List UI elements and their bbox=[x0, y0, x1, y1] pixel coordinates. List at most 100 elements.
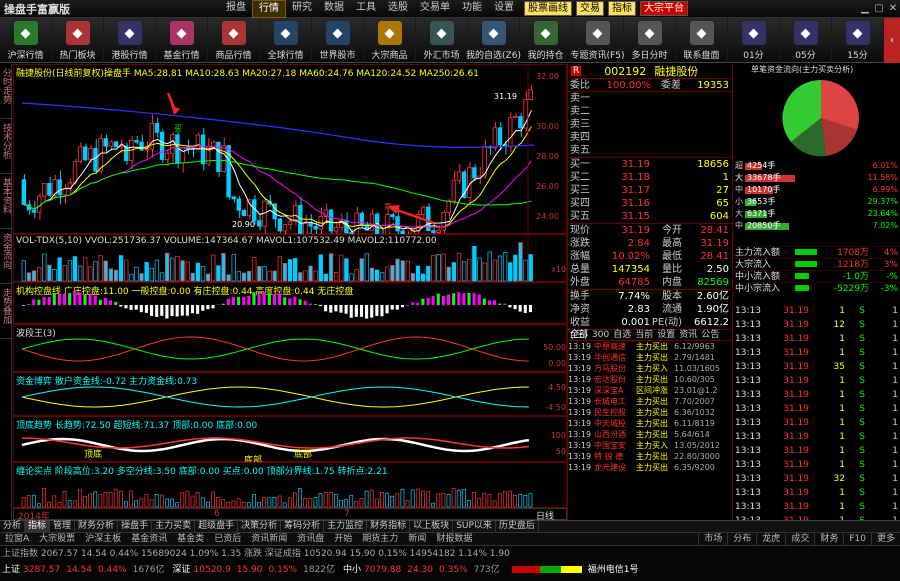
bottom-tab[interactable]: 超级盘手 bbox=[195, 521, 239, 532]
bottom-tab[interactable]: 管理 bbox=[50, 521, 76, 532]
news-row[interactable]: 13:19 宏达股份 主力买出 10.60/305 bbox=[568, 374, 732, 385]
indicator2-panel[interactable]: 波段王(3) 50.00 0.00 bbox=[13, 324, 567, 372]
sector-tab[interactable]: 已资后 bbox=[209, 533, 246, 545]
news-row[interactable]: 13:19 万马股份 主力买入 11.03/1605 bbox=[568, 363, 732, 374]
menu-item-gongju[interactable]: 工具 bbox=[350, 0, 382, 18]
left-tab-1[interactable]: 技术分析 bbox=[0, 119, 13, 174]
sector-tab[interactable]: 新闻 bbox=[403, 533, 431, 545]
volume-panel[interactable]: VOL-TDX(5,10) VVOL:251736.37 VOLUME:1473… bbox=[13, 234, 568, 283]
bottom-tab[interactable]: 分析 bbox=[0, 521, 26, 532]
indicator5-panel[interactable]: 缠论买点 阶段高位:3.20 多空分线:3.50 底部:0.00 买点:0.00… bbox=[13, 462, 567, 508]
indicator3-chart[interactable] bbox=[14, 373, 568, 417]
toolbar-collapse-icon[interactable]: ‹ bbox=[884, 18, 900, 63]
menu-item-xuangu[interactable]: 选股 bbox=[382, 0, 414, 18]
close-icon[interactable]: ✕ bbox=[886, 2, 900, 16]
sector-tab[interactable]: 基金类 bbox=[172, 533, 209, 545]
bottom-tab[interactable]: 财务指标 bbox=[367, 521, 411, 532]
toolbar-globe-button[interactable]: ◆ 全球行情 bbox=[260, 18, 312, 63]
sector-tab[interactable]: 大宗股票 bbox=[34, 533, 80, 545]
toolbar-fire-button[interactable]: ◆ 热门板块 bbox=[52, 18, 104, 63]
bottom-tab[interactable]: SUP以来 bbox=[453, 521, 496, 532]
toolbar-clock15-button[interactable]: ◆ 15分 bbox=[832, 18, 884, 63]
news-tab[interactable]: 当前 bbox=[633, 330, 655, 340]
maximize-icon[interactable]: ▢ bbox=[872, 2, 886, 16]
news-row[interactable]: 13:19 龙元建设 主力买出 6.35/9200 bbox=[568, 462, 732, 473]
toolbar-grid-button[interactable]: ◆ 联系盘面 bbox=[676, 18, 728, 63]
menu-item-jiaoyidan[interactable]: 交易单 bbox=[414, 0, 456, 18]
bottom-tab[interactable]: 指标 bbox=[25, 521, 51, 532]
menu-item-hangqing[interactable]: 行情 bbox=[252, 0, 286, 18]
info-tab[interactable]: 市场 bbox=[698, 533, 727, 545]
kline-chart[interactable]: 32.0030.0028.0026.0024.0022.0020.9031.19… bbox=[14, 65, 568, 235]
news-tab[interactable]: 资讯 bbox=[677, 330, 699, 340]
volume-chart[interactable] bbox=[14, 235, 568, 283]
toolbar-hand-button[interactable]: ◆ 我的持仓 bbox=[520, 18, 572, 63]
left-tab-4[interactable]: 走势叠加 bbox=[0, 284, 13, 339]
toolbar-fx-button[interactable]: ◆ 外汇市场 bbox=[416, 18, 468, 63]
left-tab-0[interactable]: 分时走势 bbox=[0, 64, 13, 119]
info-tab[interactable]: F10 bbox=[843, 533, 871, 545]
indicator2-chart[interactable] bbox=[14, 325, 568, 373]
news-row[interactable]: 13:19 民生控股 主力买出 6.36/1032 bbox=[568, 407, 732, 418]
sector-tab[interactable]: 期货主力 bbox=[357, 533, 403, 545]
left-tab-2[interactable]: 基本资料 bbox=[0, 174, 13, 229]
badge-trade[interactable]: 交易 bbox=[576, 1, 604, 16]
info-tab[interactable]: 更多 bbox=[870, 533, 900, 545]
bottom-tab[interactable]: 筹码分析 bbox=[281, 521, 325, 532]
bottom-tab[interactable]: 历史盘后 bbox=[496, 521, 539, 532]
news-tab[interactable]: 自选 bbox=[611, 330, 633, 340]
news-tab[interactable]: 公告 bbox=[699, 330, 721, 340]
badge-block-trade[interactable]: 大宗平台 bbox=[640, 1, 688, 16]
sector-tab[interactable]: 沪深主板 bbox=[80, 533, 126, 545]
toolbar-world-button[interactable]: ◆ 世界股市 bbox=[312, 18, 364, 63]
bottom-tab[interactable]: 决策分析 bbox=[238, 521, 282, 532]
toolbar-clock05-button[interactable]: ◆ 05分 bbox=[780, 18, 832, 63]
news-row[interactable]: 13:19 山西汾酒 主力买出 5.64/614 bbox=[568, 429, 732, 440]
sector-tab[interactable]: 财报数据 bbox=[431, 533, 477, 545]
toolbar-clock01-button[interactable]: ◆ 01分 bbox=[728, 18, 780, 63]
sector-tab[interactable]: 开始 bbox=[329, 533, 357, 545]
news-row[interactable]: 13:19 中原高速 主力买出 6.12/9963 bbox=[568, 341, 732, 352]
info-tab[interactable]: 分布 bbox=[727, 533, 756, 545]
news-tab[interactable]: 全部 bbox=[568, 330, 590, 340]
left-tab-3[interactable]: 资金流向 bbox=[0, 229, 13, 284]
menu-item-gongneng[interactable]: 功能 bbox=[456, 0, 488, 18]
toolbar-commodity-button[interactable]: ◆ 商品行情 bbox=[208, 18, 260, 63]
toolbar-fund-button[interactable]: ◆ 基金行情 bbox=[156, 18, 208, 63]
toolbar-hk-button[interactable]: ◆ 港股行情 bbox=[104, 18, 156, 63]
news-row[interactable]: 13:19 特 锐 德 主力买出 22.80/3000 bbox=[568, 451, 732, 462]
sector-tab[interactable]: 拉窗A bbox=[0, 533, 34, 545]
toolbar-chart-button[interactable]: ◆ 沪深行情 bbox=[0, 18, 52, 63]
indicator4-panel[interactable]: 顶底趋势 长趋势:72.50 超短线:71.37 顶部:0.00 底部:0.00… bbox=[13, 416, 567, 466]
indicator1-panel[interactable]: 机构控盘线 广庄控盘:11.00 一般控盘:0.00 有庄控盘:0.44 高度控… bbox=[13, 282, 567, 324]
minimize-icon[interactable]: ▁ bbox=[858, 2, 872, 16]
menu-item-baopan[interactable]: 报盘 bbox=[220, 0, 252, 18]
indicator5-chart[interactable] bbox=[14, 463, 568, 509]
menu-item-shuju[interactable]: 数据 bbox=[318, 0, 350, 18]
indicator1-chart[interactable] bbox=[14, 283, 568, 325]
news-row[interactable]: 13:19 长城电工 主力买出 7.70/2007 bbox=[568, 396, 732, 407]
bottom-tab[interactable]: 主力监控 bbox=[324, 521, 368, 532]
sector-tab[interactable]: 资讯盘 bbox=[292, 533, 329, 545]
kline-panel[interactable]: 融捷股份(日线前复权)操盘手 MA5:28.81 MA10:28.63 MA20… bbox=[13, 64, 568, 235]
news-row[interactable]: 13:19 中国宝安 主力买入 13.05/2012 bbox=[568, 440, 732, 451]
menu-item-shezhi[interactable]: 设置 bbox=[488, 0, 520, 18]
toolbar-gold-button[interactable]: ◆ 大宗商品 bbox=[364, 18, 416, 63]
news-tab[interactable]: 设置 bbox=[655, 330, 677, 340]
bottom-tab[interactable]: 以上板块 bbox=[410, 521, 454, 532]
info-tab[interactable]: 成交 bbox=[785, 533, 814, 545]
sector-tab[interactable]: 基金资讯 bbox=[126, 533, 172, 545]
menu-item-yanjiu[interactable]: 研究 bbox=[286, 0, 318, 18]
toolbar-user-button[interactable]: ◆ 我的自选(Z6) bbox=[466, 18, 521, 63]
toolbar-news-button[interactable]: ◆ 专题资讯(F5) bbox=[571, 18, 624, 63]
news-tab[interactable]: 300 bbox=[590, 330, 611, 340]
news-row[interactable]: 13:19 中天城投 主力买出 6.11/8119 bbox=[568, 418, 732, 429]
toolbar-clock-button[interactable]: ◆ 多日分时 bbox=[624, 18, 676, 63]
indicator3-panel[interactable]: 资金博弈 散户资金线:-0.72 主力资金线:0.73 4.50 -4.50 bbox=[13, 372, 567, 416]
badge-indicator[interactable]: 指标 bbox=[608, 1, 636, 16]
bottom-tab[interactable]: 财务分析 bbox=[75, 521, 119, 532]
info-tab[interactable]: 财务 bbox=[814, 533, 843, 545]
news-row[interactable]: 13:19 深深宝A 区间冲涨 23.01@1.2 bbox=[568, 385, 732, 396]
info-tab[interactable]: 龙虎 bbox=[756, 533, 785, 545]
bottom-tab[interactable]: 主力买卖 bbox=[152, 521, 196, 532]
